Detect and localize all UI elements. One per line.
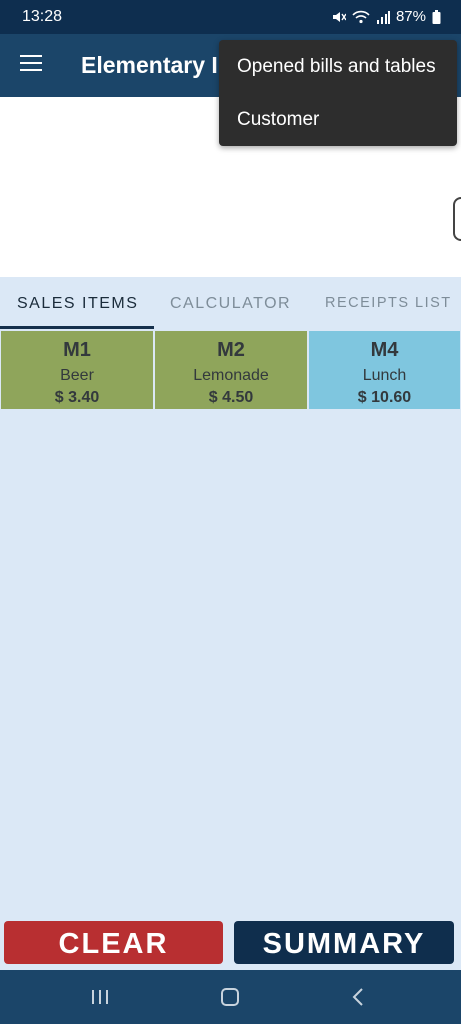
mute-icon [332, 10, 346, 24]
item-price: $ 4.50 [208, 389, 254, 406]
item-price: $ 3.40 [54, 389, 100, 406]
signal-icon [376, 10, 390, 24]
sales-item-m2[interactable]: M2 Lemonade $ 4.50 [155, 331, 307, 409]
battery-icon [432, 9, 441, 24]
overflow-menu: Opened bills and tables Customer [219, 40, 457, 146]
item-code: M1 [63, 339, 91, 361]
menu-item-opened-bills[interactable]: Opened bills and tables [237, 56, 436, 78]
back-icon[interactable] [352, 988, 364, 1011]
tab-sales-items[interactable]: SALES ITEMS [17, 295, 138, 313]
menu-item-customer[interactable]: Customer [237, 109, 319, 131]
item-name: Lemonade [193, 367, 269, 384]
menu-icon[interactable] [20, 55, 42, 73]
system-nav-bar [0, 970, 461, 1024]
item-name: Beer [60, 367, 94, 384]
tab-receipts-list[interactable]: RECEIPTS LIST [325, 295, 452, 311]
item-price: $ 10.60 [357, 389, 412, 406]
sales-item-m4[interactable]: M4 Lunch $ 10.60 [309, 331, 460, 409]
status-time: 13:28 [22, 8, 63, 25]
wifi-icon [352, 10, 370, 24]
side-handle [453, 197, 461, 241]
recent-apps-icon[interactable] [92, 990, 110, 1004]
item-name: Lunch [362, 367, 407, 384]
sales-item-m1[interactable]: M1 Beer $ 3.40 [1, 331, 153, 409]
tab-calculator[interactable]: CALCULATOR [170, 295, 291, 313]
app-title: Elementary I [81, 52, 218, 78]
battery-percent: 87% [395, 8, 426, 25]
item-code: M2 [217, 339, 245, 361]
tab-bar: SALES ITEMS CALCULATOR RECEIPTS LIST [0, 277, 461, 329]
active-tab-indicator [0, 326, 154, 329]
item-code: M4 [370, 339, 399, 361]
home-icon[interactable] [221, 988, 239, 1006]
summary-button[interactable]: SUMMARY [234, 921, 454, 964]
clear-button[interactable]: CLEAR [4, 921, 223, 964]
status-bar: 13:28 87% [0, 0, 461, 34]
status-icons: 87% [332, 8, 441, 25]
